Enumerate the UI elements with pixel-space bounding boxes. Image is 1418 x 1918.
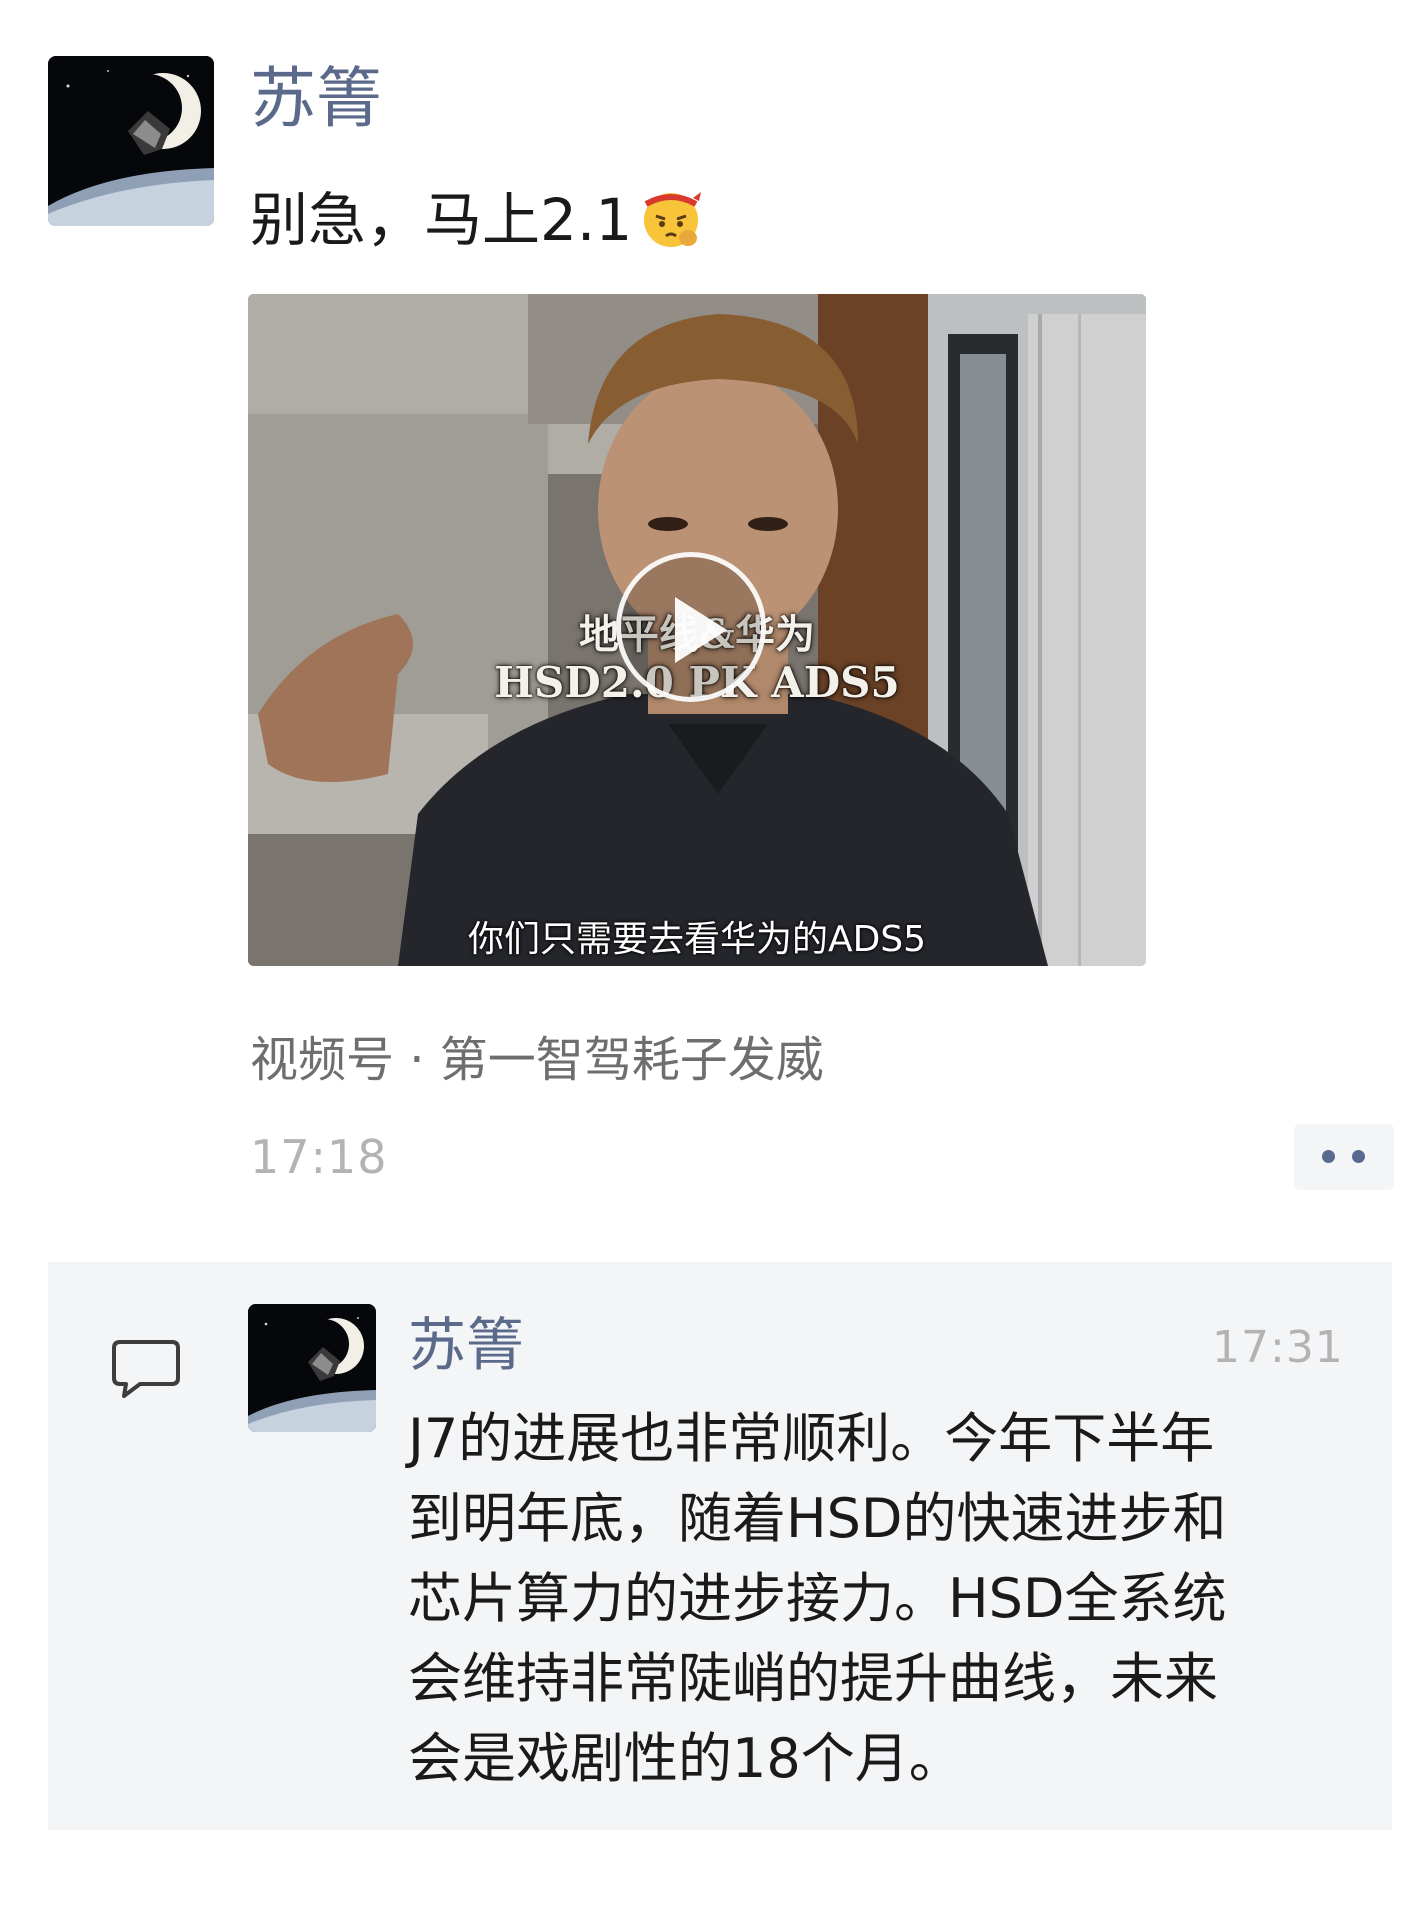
comment-line-4: 会维持非常陡峭的提升曲线，未来 <box>408 1647 1218 1710</box>
post-text-content: 别急，马上2.1 <box>250 186 633 254</box>
author-avatar[interactable] <box>48 56 214 226</box>
comment-line-1: J7的进展也非常顺利。今年下半年 <box>408 1407 1215 1470</box>
play-icon[interactable] <box>616 552 766 702</box>
comment-line-5: 会是戏剧性的18个月。 <box>408 1727 963 1790</box>
more-dots-icon[interactable] <box>1294 1124 1394 1190</box>
post-text: 别急，马上2.1 <box>250 182 706 252</box>
comment-author-name[interactable]: 苏箐 <box>408 1316 524 1374</box>
author-name[interactable]: 苏箐 <box>250 66 382 132</box>
comment-line-3: 芯片算力的进步接力。HSD全系统 <box>408 1567 1227 1630</box>
comment-line-2: 到明年底，随着HSD的快速进步和 <box>408 1487 1227 1550</box>
post-timestamp: 17:18 <box>250 1130 388 1184</box>
comment-text: J7的进展也非常顺利。今年下半年 到明年底，随着HSD的快速进步和 芯片算力的进… <box>408 1406 1308 1806</box>
comment-author-avatar[interactable] <box>248 1304 376 1432</box>
video-subtitle: 你们只需要去看华为的ADS5 <box>467 919 927 960</box>
comment-bubble-icon <box>110 1338 182 1404</box>
video-source-link[interactable]: 视频号 · 第一智驾耗子发威 <box>250 1020 824 1090</box>
video-card[interactable]: 地平线&华为 HSD2.0 PK ADS5 你们只需要去看华为的ADS5 <box>248 294 1146 966</box>
comment-timestamp: 17:31 <box>1212 1322 1344 1373</box>
salute-face-emoji-icon <box>636 182 706 252</box>
